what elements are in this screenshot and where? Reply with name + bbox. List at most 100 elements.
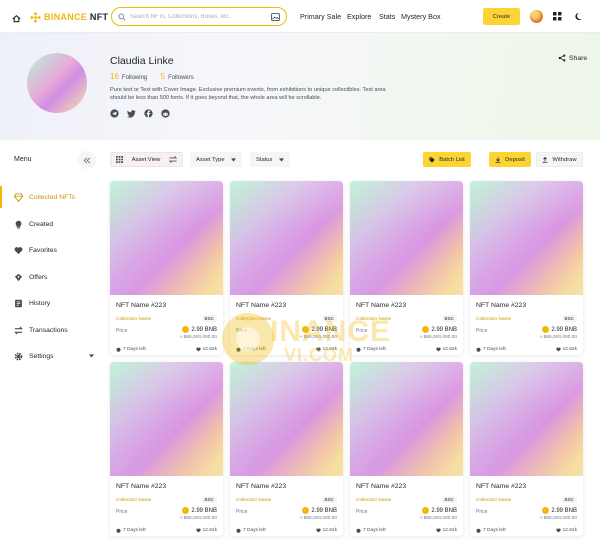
nft-name: NFT Name #223 [356,302,407,309]
collection-link[interactable]: Collection Name [236,317,271,322]
sidebar-item-settings[interactable]: Settings [0,345,104,367]
home-icon[interactable] [11,11,22,23]
asset-type-dropdown[interactable]: Asset Type [190,152,242,167]
heart-icon [14,246,23,255]
nft-image[interactable] [110,362,223,476]
sidebar-item-offers[interactable]: Offers [0,266,104,288]
image-search-icon[interactable] [271,12,280,21]
reddit-icon[interactable] [161,109,170,118]
withdraw-label: Withdraw [552,156,577,163]
stopwatch-icon [116,528,121,533]
following-count[interactable]: 16 [110,72,119,81]
heart-icon [315,347,321,352]
sidebar-item-favorites[interactable]: Favorites [0,239,104,261]
nft-image[interactable] [350,181,463,295]
user-avatar[interactable] [530,10,543,23]
nft-name: NFT Name #223 [116,302,167,309]
bnb-coin-icon [302,326,310,333]
collection-link[interactable]: Collection Name [356,498,391,503]
create-button[interactable]: Create [483,8,520,25]
collection-link[interactable]: Collection Name [476,498,511,503]
heart-icon [555,528,561,533]
price-value: 2.99 BNB [182,326,217,333]
nft-card[interactable]: NFT Name #223 Collection Name BSC Price … [230,181,343,355]
asset-view-toggle[interactable]: Asset View [110,152,183,167]
price-value: 2.99 BNB [542,507,577,514]
like-count[interactable]: 12.62k [315,347,337,352]
nft-image[interactable] [350,362,463,476]
nft-card[interactable]: NFT Name #223 Collection Name BSC Price … [110,362,223,536]
followers-label[interactable]: Followers [168,75,194,81]
sidebar-item-history[interactable]: History [0,292,104,314]
following-label[interactable]: Following [122,75,147,81]
transfer-icon [14,326,23,335]
nft-card[interactable]: NFT Name #223 Collection Name BSC Price … [350,181,463,355]
nft-image[interactable] [230,362,343,476]
asset-type-label: Asset Type [196,156,225,163]
search-placeholder: Search NFTs, Collections, Boxes, etc. [130,13,231,20]
collection-link[interactable]: Collection Name [356,317,391,322]
nft-card[interactable]: NFT Name #223 Collection Name BSC Price … [350,362,463,536]
nft-image[interactable] [470,362,583,476]
share-button[interactable]: Share [558,54,587,62]
deposit-button[interactable]: Deposit [489,152,531,167]
price-label: Price [476,509,488,515]
profile-header: Claudia Linke 16 Following 5 Followers Pur… [0,33,600,140]
binance-nft-logo[interactable]: BINANCE NFT [30,10,108,24]
like-count[interactable]: 12.62k [195,528,217,533]
chain-badge: BSC [561,496,577,503]
nft-card[interactable]: NFT Name #223 Collection Name BSC Price … [470,362,583,536]
facebook-icon[interactable] [144,109,153,118]
batch-list-button[interactable]: Batch List [423,152,471,167]
logo-text: BINANCE NFT [44,12,109,22]
nft-card[interactable]: NFT Name #223 Collection Name BSC Price … [230,362,343,536]
collection-link[interactable]: Collection Name [476,317,511,322]
price-value: 2.99 BNB [542,326,577,333]
followers-count[interactable]: 5 [161,72,165,81]
withdraw-button[interactable]: Withdraw [536,152,583,167]
heart-icon [195,528,201,533]
nav-mystery-box[interactable]: Mystery Box [401,12,441,21]
stopwatch-icon [356,528,361,533]
sidebar-item-transactions[interactable]: Transactions [0,319,104,341]
like-count[interactable]: 12.62k [195,347,217,352]
caret-down-icon [89,354,94,358]
like-count[interactable]: 12.62k [555,528,577,533]
chain-badge: BSC [321,315,337,322]
apps-grid-icon[interactable] [553,12,562,21]
search-input[interactable]: Search NFTs, Collections, Boxes, etc. [111,7,287,26]
twitter-icon[interactable] [127,109,136,118]
nft-image[interactable] [230,181,343,295]
like-count[interactable]: 12.62k [315,528,337,533]
nav-explore[interactable]: Explore [347,12,371,21]
chain-badge: BSC [441,496,457,503]
like-count[interactable]: 12.62k [555,347,577,352]
like-count[interactable]: 12.62k [435,528,457,533]
collection-link[interactable]: Collection Name [116,498,151,503]
like-count[interactable]: 12.62k [435,347,457,352]
caret-down-icon [231,157,236,162]
stopwatch-icon [356,347,361,352]
dark-mode-icon[interactable] [575,12,584,21]
nav-primary-sale[interactable]: Primary Sale [300,12,341,21]
telegram-icon[interactable] [110,109,119,118]
status-dropdown[interactable]: Status [250,152,290,167]
sidebar-collapse-button[interactable] [78,151,96,169]
sidebar-item-created[interactable]: Created [0,213,104,235]
sidebar-item-label: Settings [29,352,54,360]
deposit-label: Deposit [505,156,525,163]
collection-link[interactable]: Collection Name [116,317,151,322]
usd-value: ≈ $65,000,000.00 [179,516,217,521]
batch-list-label: Batch List [439,156,465,163]
nft-name: NFT Name #223 [116,483,167,490]
nft-image[interactable] [470,181,583,295]
asset-view-label: Asset View [131,156,161,163]
collection-link[interactable]: Collection Name [236,498,271,503]
nft-image[interactable] [110,181,223,295]
nav-stats[interactable]: Stats [379,12,395,21]
nft-card[interactable]: NFT Name #223 Collection Name BSC Price … [470,181,583,355]
stopwatch-icon [476,528,481,533]
tag-icon [429,156,435,163]
nft-card[interactable]: NFT Name #223 Collection Name BSC Price … [110,181,223,355]
sidebar-item-collected-nfts[interactable]: Collected NFTs [0,186,104,208]
